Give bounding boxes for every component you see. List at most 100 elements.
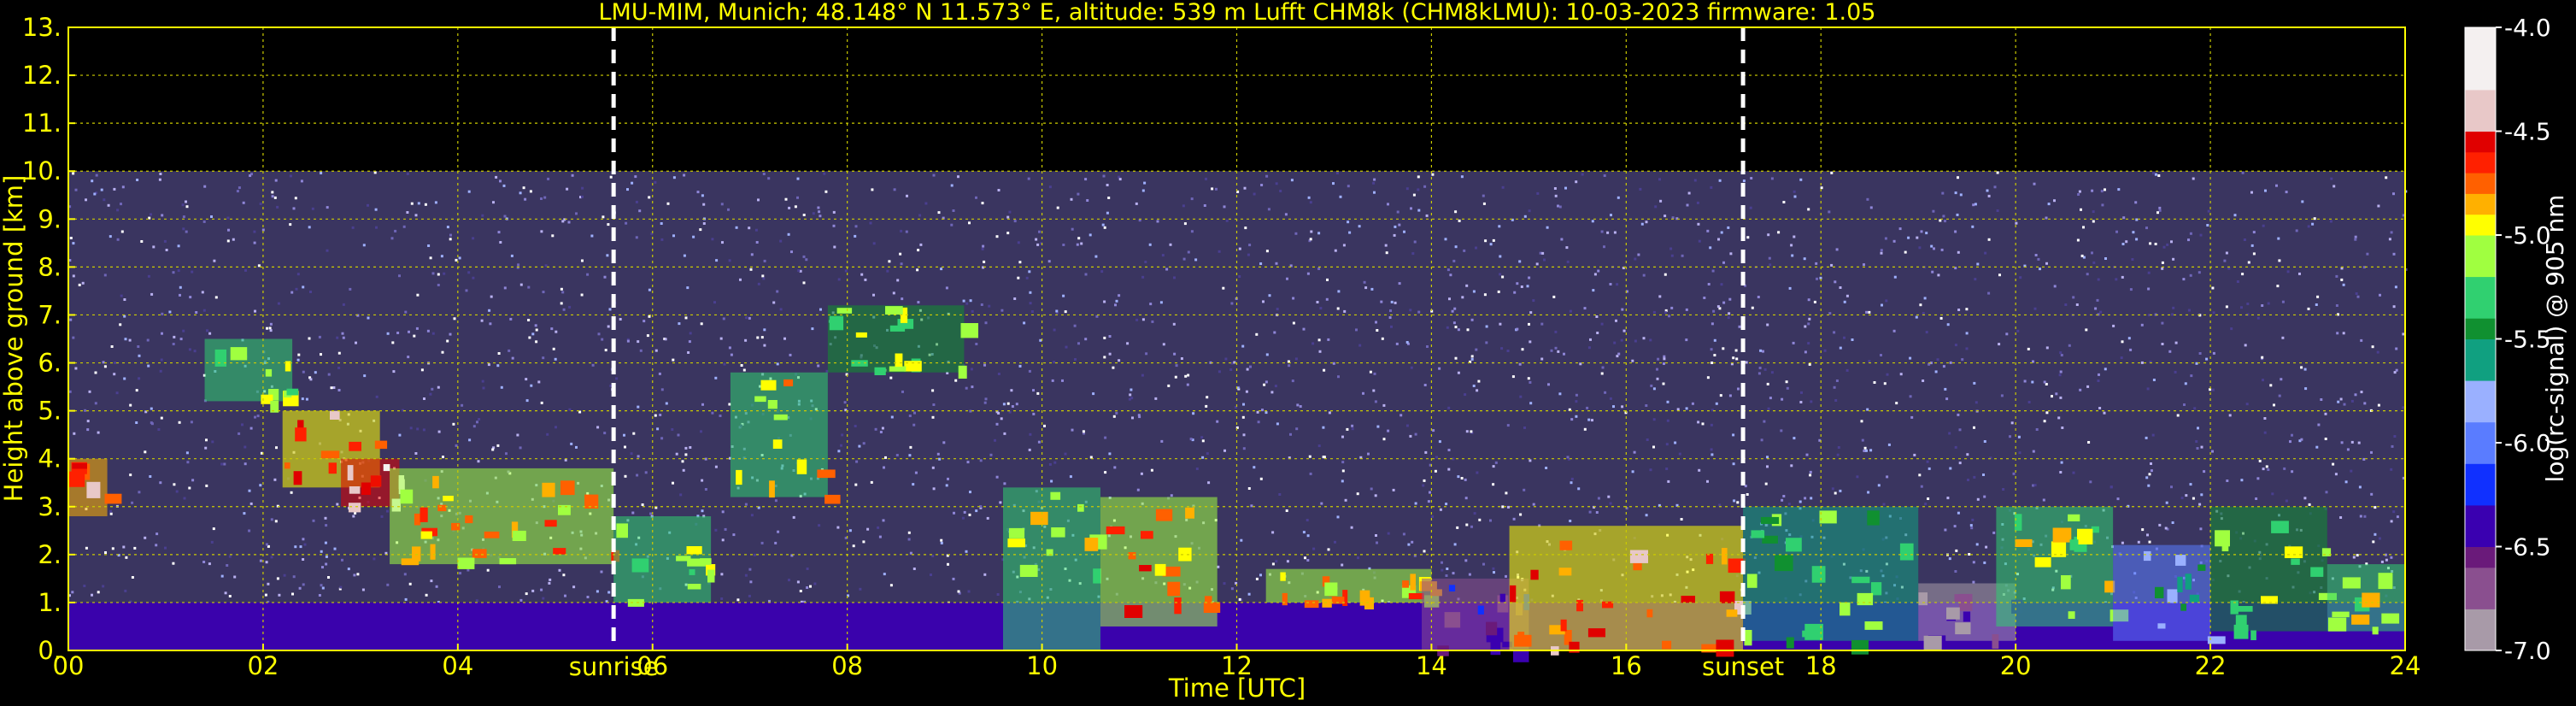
noise-speckle bbox=[1092, 392, 1095, 396]
noise-speckle bbox=[1835, 248, 1839, 251]
noise-speckle bbox=[302, 370, 305, 374]
noise-speckle bbox=[1884, 237, 1887, 240]
noise-speckle bbox=[1867, 491, 1870, 494]
noise-speckle bbox=[1464, 497, 1468, 500]
cloud-cell bbox=[1840, 602, 1851, 616]
noise-speckle bbox=[869, 221, 872, 225]
noise-speckle bbox=[1589, 338, 1592, 341]
noise-speckle bbox=[1390, 325, 1393, 328]
noise-speckle bbox=[1649, 468, 1652, 472]
noise-speckle bbox=[1445, 574, 1448, 577]
noise-speckle bbox=[1476, 389, 1479, 392]
cloud-cell bbox=[689, 569, 695, 575]
noise-speckle bbox=[2129, 348, 2133, 351]
noise-speckle bbox=[244, 462, 247, 466]
noise-speckle bbox=[425, 593, 428, 597]
noise-speckle bbox=[2010, 421, 2014, 425]
noise-speckle bbox=[1475, 246, 1477, 250]
noise-speckle bbox=[1652, 445, 1655, 449]
noise-speckle bbox=[1169, 243, 1172, 246]
noise-speckle bbox=[2009, 435, 2011, 438]
noise-speckle bbox=[1035, 238, 1038, 241]
cloud-cell bbox=[817, 469, 836, 479]
noise-speckle bbox=[1010, 389, 1013, 392]
noise-speckle bbox=[120, 230, 124, 233]
noise-speckle bbox=[1944, 387, 1947, 391]
noise-speckle bbox=[2086, 273, 2089, 276]
cloud-cell bbox=[414, 513, 421, 526]
noise-speckle bbox=[1457, 328, 1460, 332]
noise-speckle bbox=[1706, 376, 1710, 379]
noise-speckle bbox=[2352, 556, 2356, 559]
colorbar-band bbox=[2465, 173, 2496, 194]
noise-speckle bbox=[1851, 338, 1854, 341]
noise-speckle bbox=[527, 319, 531, 321]
noise-speckle bbox=[404, 597, 408, 601]
noise-speckle bbox=[606, 254, 609, 257]
noise-speckle bbox=[1955, 549, 1958, 552]
noise-speckle bbox=[714, 465, 718, 468]
noise-speckle bbox=[1306, 519, 1309, 521]
noise-speckle bbox=[1395, 342, 1399, 345]
noise-speckle bbox=[1029, 302, 1032, 305]
noise-speckle bbox=[1944, 528, 1947, 532]
noise-speckle bbox=[799, 590, 802, 592]
noise-speckle bbox=[337, 389, 341, 391]
noise-speckle bbox=[238, 432, 241, 435]
noise-speckle bbox=[1833, 385, 1836, 389]
noise-speckle bbox=[1464, 393, 1467, 397]
cloud-cell bbox=[2381, 613, 2400, 624]
noise-speckle bbox=[1341, 461, 1345, 464]
noise-speckle bbox=[635, 200, 638, 203]
noise-speckle bbox=[1337, 375, 1340, 379]
noise-speckle bbox=[1370, 287, 1374, 291]
cloud-cell bbox=[430, 544, 436, 560]
noise-speckle bbox=[1586, 406, 1589, 409]
noise-speckle bbox=[1296, 403, 1300, 407]
noise-speckle bbox=[740, 364, 743, 367]
cloud-cell bbox=[1444, 612, 1461, 628]
noise-speckle bbox=[1742, 179, 1746, 183]
noise-speckle bbox=[1973, 426, 1975, 429]
noise-speckle bbox=[1722, 347, 1725, 350]
noise-speckle bbox=[1205, 404, 1208, 408]
noise-speckle bbox=[220, 462, 224, 466]
cloud-cell bbox=[2271, 521, 2289, 533]
noise-speckle bbox=[1975, 401, 1978, 404]
noise-speckle bbox=[97, 431, 100, 434]
noise-speckle bbox=[1922, 379, 1925, 382]
noise-speckle bbox=[2150, 469, 2153, 473]
noise-speckle bbox=[2145, 476, 2149, 479]
noise-speckle bbox=[1757, 296, 1760, 298]
noise-speckle bbox=[1881, 303, 1883, 307]
noise-speckle bbox=[2285, 191, 2288, 194]
noise-speckle bbox=[996, 593, 1000, 596]
noise-speckle bbox=[1893, 275, 1897, 279]
noise-speckle bbox=[2033, 182, 2036, 185]
cloud-cell bbox=[1019, 564, 1038, 577]
noise-speckle bbox=[1993, 185, 1997, 189]
noise-speckle bbox=[276, 577, 279, 580]
noise-speckle bbox=[1074, 358, 1077, 361]
noise-speckle bbox=[296, 358, 300, 362]
noise-speckle bbox=[2098, 373, 2100, 376]
noise-speckle bbox=[864, 278, 867, 281]
noise-speckle bbox=[1411, 252, 1415, 256]
noise-speckle bbox=[2243, 238, 2246, 241]
noise-speckle bbox=[1373, 191, 1376, 194]
noise-speckle bbox=[88, 390, 91, 393]
noise-speckle bbox=[671, 428, 674, 431]
colorbar-band bbox=[2465, 526, 2496, 547]
noise-speckle bbox=[1501, 505, 1505, 509]
chart-title: LMU-MIM, Munich; 48.148° N 11.573° E, al… bbox=[599, 0, 1876, 26]
cloud-cell bbox=[1899, 543, 1914, 561]
noise-speckle bbox=[886, 269, 889, 273]
noise-speckle bbox=[547, 177, 550, 180]
noise-speckle bbox=[270, 556, 273, 559]
noise-speckle bbox=[859, 587, 862, 591]
noise-speckle bbox=[2137, 540, 2140, 544]
noise-speckle bbox=[273, 478, 277, 481]
noise-speckle bbox=[271, 195, 274, 198]
noise-speckle bbox=[1505, 574, 1507, 578]
noise-speckle bbox=[1248, 244, 1252, 247]
